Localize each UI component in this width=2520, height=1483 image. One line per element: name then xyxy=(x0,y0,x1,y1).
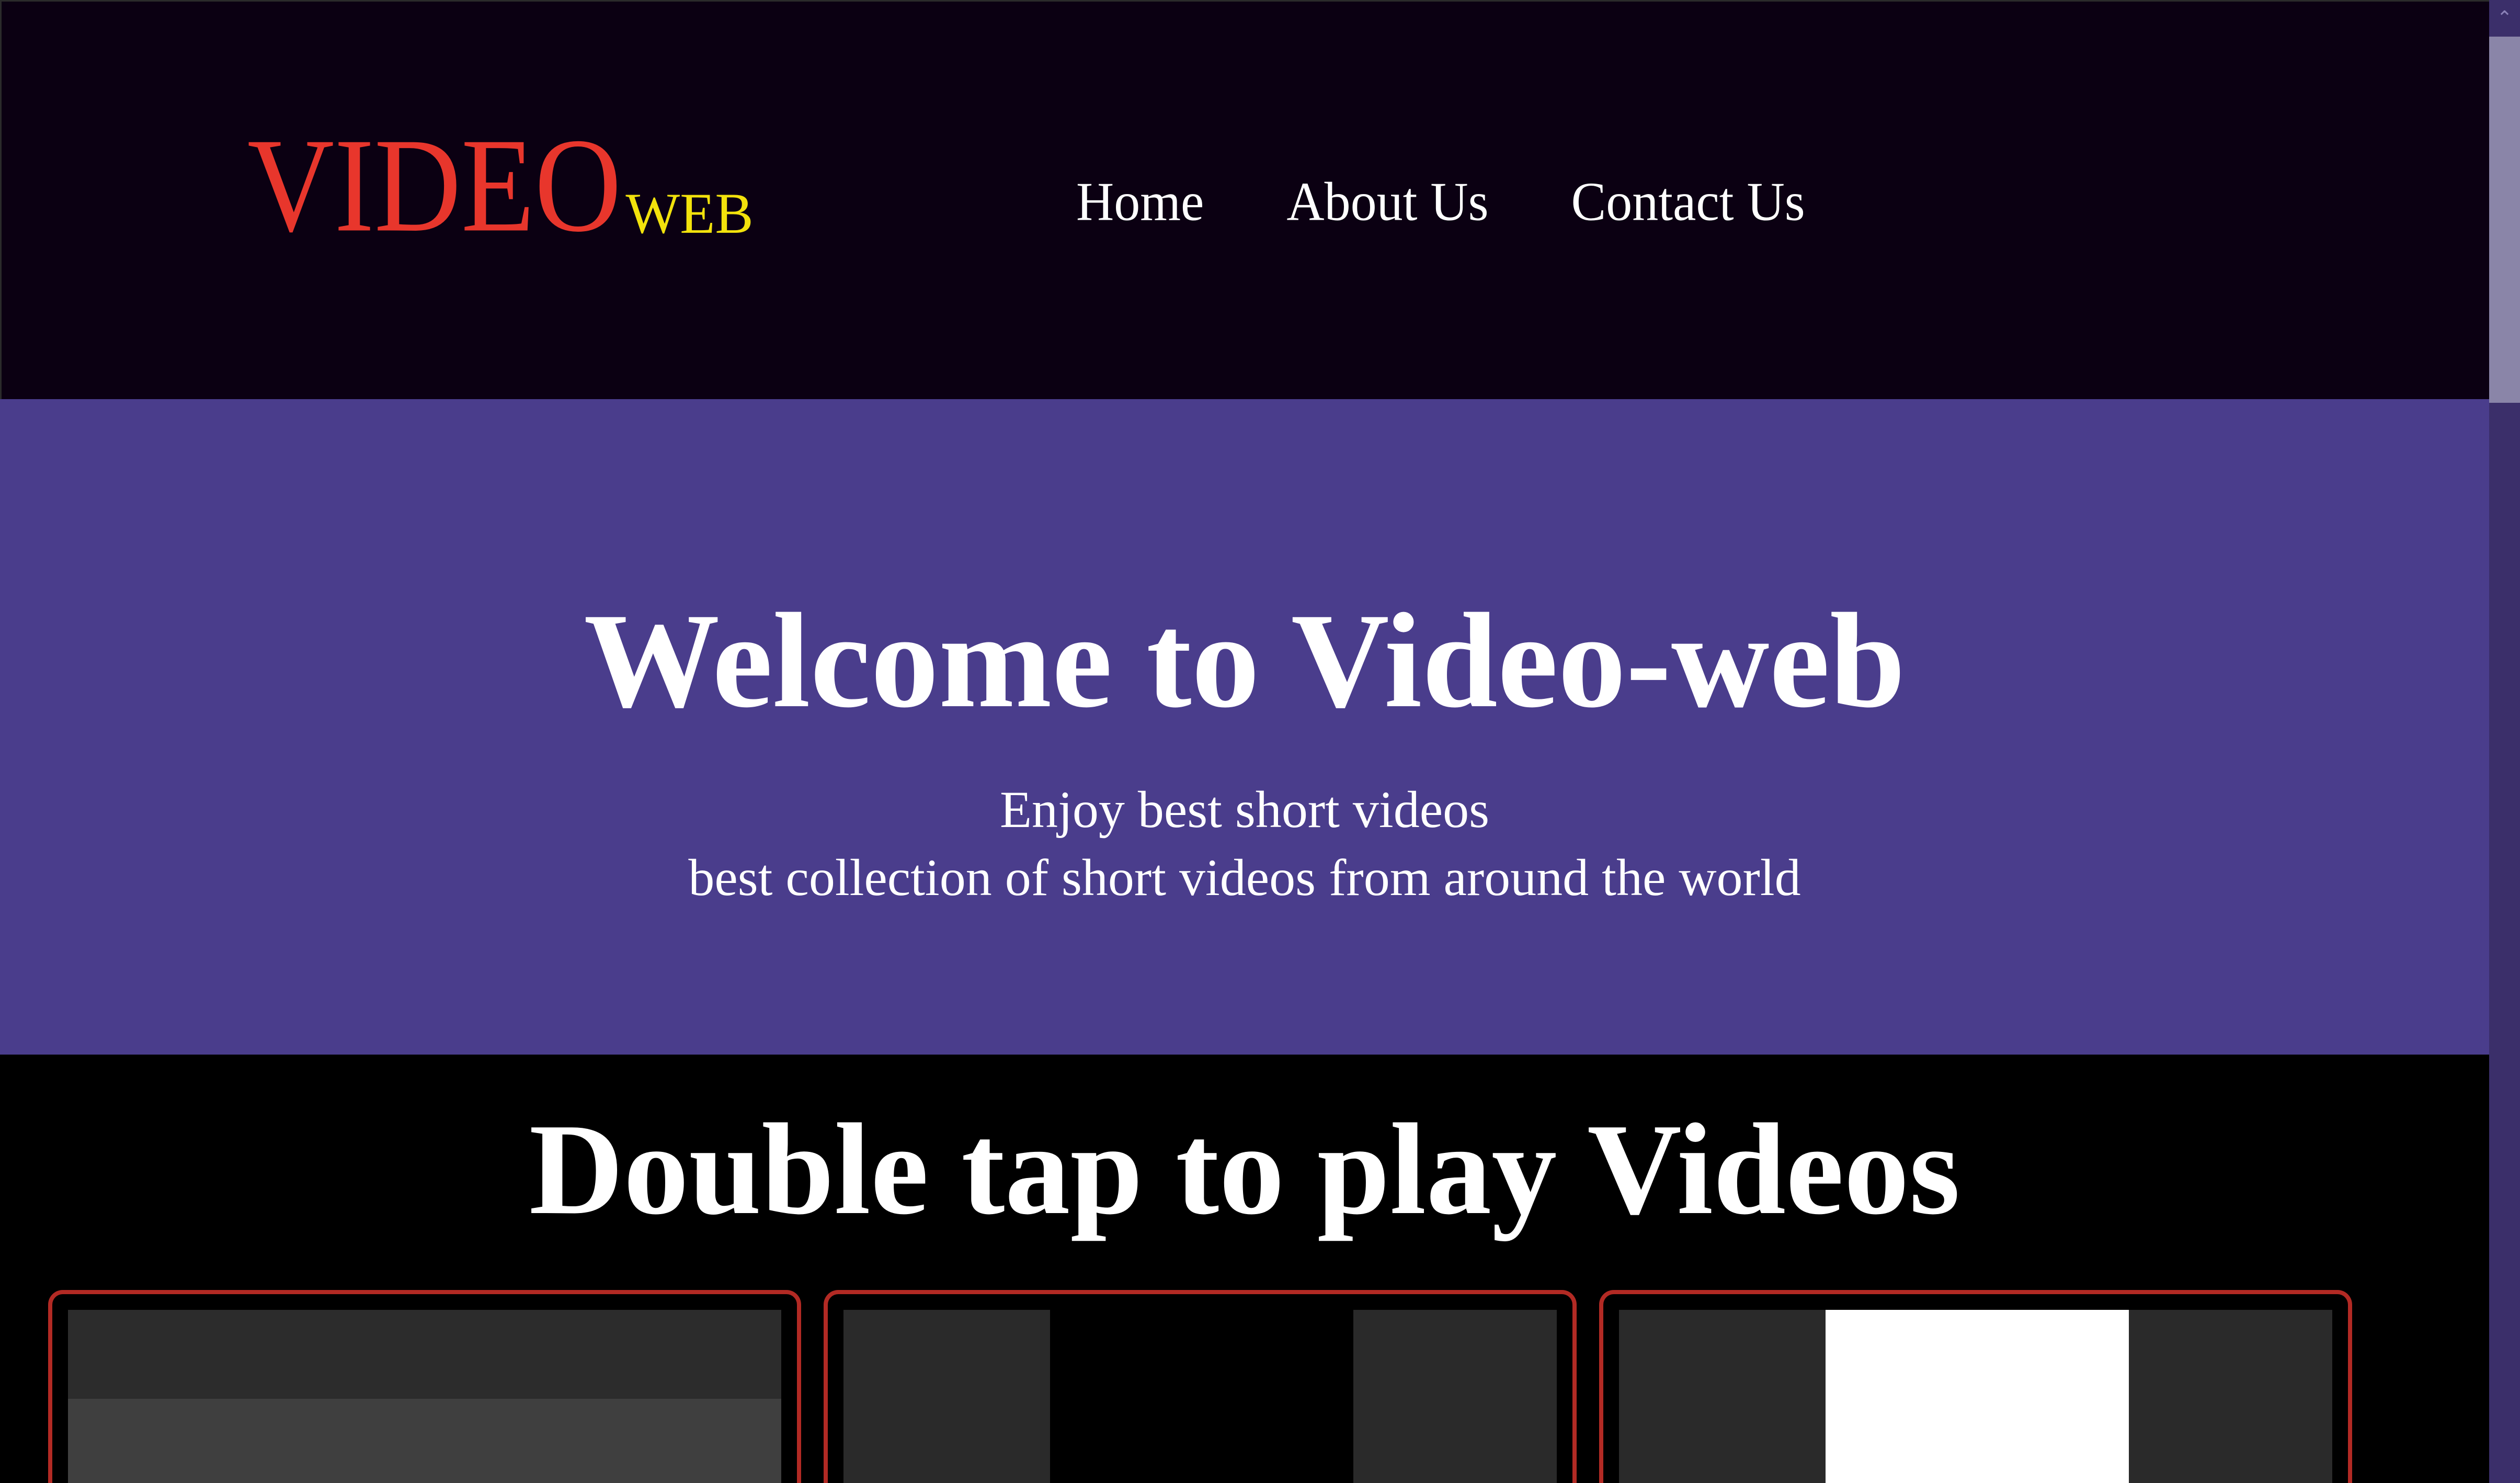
logo-sub-text: WEB xyxy=(625,182,754,245)
nav-contact-link[interactable]: Contact Us xyxy=(1571,170,1805,233)
video-card-3[interactable] xyxy=(1599,1290,2352,1483)
scrollbar-thumb[interactable] xyxy=(2489,37,2520,403)
vertical-scrollbar[interactable]: ⌃ xyxy=(2489,0,2520,1483)
videos-section: Double tap to play Videos xyxy=(0,1055,2489,1483)
video-player-2[interactable] xyxy=(843,1310,1557,1483)
page: VIDEOWEB Home About Us Contact Us Welcom… xyxy=(0,0,2489,1483)
videos-title: Double tap to play Videos xyxy=(529,1097,1960,1242)
video-frame-bottom-band xyxy=(68,1399,781,1483)
video-player-1[interactable] xyxy=(68,1310,781,1483)
logo-main-text: VIDEO xyxy=(247,110,622,260)
video-frame-content xyxy=(1826,1310,2129,1483)
video-player-3[interactable] xyxy=(1619,1310,2332,1483)
video-card-2[interactable] xyxy=(824,1290,1577,1483)
nav-about-link[interactable]: About Us xyxy=(1286,170,1488,233)
video-card-1[interactable] xyxy=(48,1290,801,1483)
nav-home-link[interactable]: Home xyxy=(1076,170,1204,233)
video-frame-top-band xyxy=(68,1310,781,1399)
hero-title: Welcome to Video-web xyxy=(584,585,1906,736)
site-header: VIDEOWEB Home About Us Contact Us xyxy=(0,0,2489,399)
main-nav: Home About Us Contact Us xyxy=(1076,170,1805,233)
hero-subtitle-line-2: best collection of short videos from aro… xyxy=(688,848,1801,907)
site-logo[interactable]: VIDEOWEB xyxy=(247,118,754,253)
hero-section: Welcome to Video-web Enjoy best short vi… xyxy=(0,399,2489,1055)
hero-subtitle-line-1: Enjoy best short videos xyxy=(999,780,1490,839)
chevron-up-icon[interactable]: ⌃ xyxy=(2489,0,2520,37)
hero-subtitle: Enjoy best short videos best collection … xyxy=(0,776,2489,912)
video-frame-content xyxy=(1050,1310,1353,1483)
